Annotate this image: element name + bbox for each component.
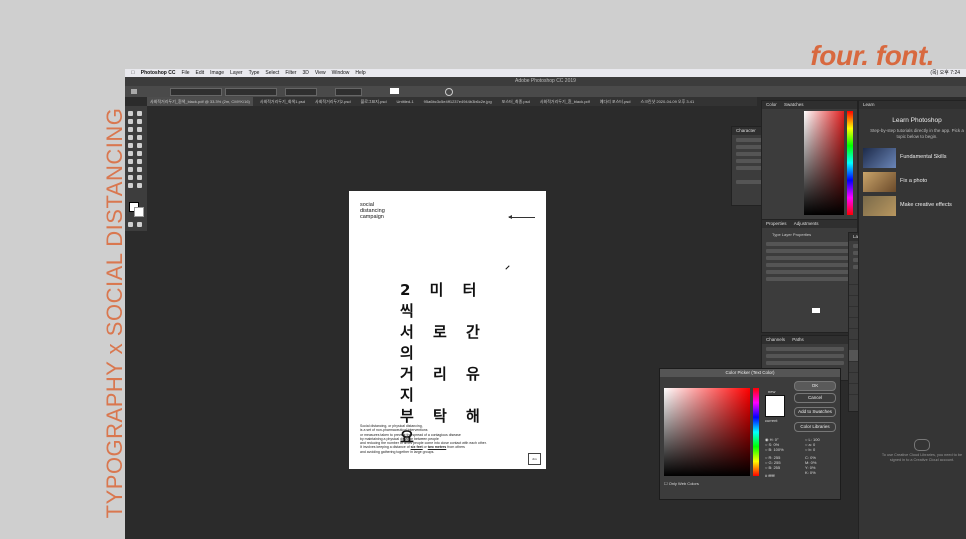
hsb-fields[interactable]: ◉ H: 0° ○ S: 0% ○ B: 100% ○ R: 255 ○ G: … bbox=[765, 437, 784, 478]
tab-properties[interactable]: Properties bbox=[766, 221, 787, 226]
cancel-button[interactable]: Cancel bbox=[794, 393, 836, 403]
properties-color-swatch[interactable] bbox=[812, 308, 820, 313]
document-tabs: 사회적거리두기_흰색_black.pdf @ 33.3% (2m, CMYK/1… bbox=[147, 97, 757, 106]
learn-description: Step-by-step tutorials directly in the a… bbox=[870, 128, 964, 139]
lasso-tool-icon[interactable] bbox=[128, 119, 133, 124]
new-label: new bbox=[768, 389, 776, 394]
tab-doc-4[interactable]: 블로그표지.psd bbox=[358, 97, 390, 106]
lab-cmyk-fields[interactable]: ○ L: 100 ○ a: 0 ○ b: 0 C: 0% M: 0% Y: 0%… bbox=[805, 437, 820, 475]
type-layer-properties-label: Type Layer Properties bbox=[772, 232, 812, 237]
learn-item-creative-effects[interactable]: Make creative effects bbox=[863, 196, 966, 216]
screen-mode-icon[interactable] bbox=[137, 222, 142, 227]
quick-mask-icon[interactable] bbox=[128, 222, 133, 227]
shape-tool-icon[interactable] bbox=[137, 175, 142, 180]
only-web-colors-checkbox[interactable]: ☐ Only Web Colors bbox=[664, 481, 699, 486]
history-brush-icon[interactable] bbox=[137, 143, 142, 148]
menu-layer[interactable]: Layer bbox=[230, 70, 243, 76]
current-label: current bbox=[765, 418, 778, 423]
menu-edit[interactable]: Edit bbox=[196, 70, 205, 76]
eraser-tool-icon[interactable] bbox=[128, 151, 133, 156]
brand-logo: four. font. bbox=[810, 40, 934, 71]
ok-button[interactable]: OK bbox=[794, 381, 836, 391]
color-panel: Color Swatches bbox=[761, 100, 858, 222]
tab-doc-6[interactable]: 95a6bc3c5e4ff1237e4944b3b6c2e.jpg bbox=[421, 97, 495, 106]
new-color-swatch bbox=[765, 395, 785, 417]
hue-slider[interactable] bbox=[847, 111, 853, 215]
poster-canvas[interactable]: social distancing campaign 2 미 터 씩 서 로 간… bbox=[349, 191, 546, 469]
tab-learn[interactable]: Learn bbox=[859, 101, 966, 109]
tab-doc-7[interactable]: 포스터_최종.psd bbox=[499, 97, 533, 106]
hand-tool-icon[interactable] bbox=[128, 183, 133, 188]
menu-help[interactable]: Help bbox=[355, 70, 365, 76]
hex-field[interactable]: ffffff bbox=[768, 473, 774, 478]
path-select-icon[interactable] bbox=[128, 175, 133, 180]
type-tool-icon[interactable] bbox=[137, 167, 142, 172]
mac-menubar:  Photoshop CC File Edit Image Layer Typ… bbox=[125, 69, 966, 77]
menu-file[interactable]: File bbox=[181, 70, 189, 76]
clone-stamp-icon[interactable] bbox=[128, 143, 133, 148]
color-picker-field[interactable] bbox=[664, 388, 750, 476]
poster-hangul-headline: 2 미 터 씩 서 로 간 의 거 리 유 지 부 탁 해 요 bbox=[400, 281, 487, 446]
menu-select[interactable]: Select bbox=[265, 70, 279, 76]
color-picker-dialog: Color Picker (Text Color) new current OK… bbox=[659, 368, 841, 500]
tab-doc-9[interactable]: 예다리 포스터.psd bbox=[597, 97, 634, 106]
color-picker-hue-slider[interactable] bbox=[753, 388, 759, 476]
marquee-tool-icon[interactable] bbox=[137, 111, 142, 116]
menu-filter[interactable]: Filter bbox=[285, 70, 296, 76]
magic-wand-icon[interactable] bbox=[137, 119, 142, 124]
menu-view[interactable]: View bbox=[315, 70, 326, 76]
healing-brush-icon[interactable] bbox=[128, 135, 133, 140]
cc-libraries-message: To use Creative Cloud Libraries, you nee… bbox=[881, 453, 963, 462]
learn-panel: Learn Learn Photoshop Step-by-step tutor… bbox=[858, 100, 966, 539]
pen-tool-icon[interactable] bbox=[128, 167, 133, 172]
properties-panel: Properties Adjustments Type Layer Proper… bbox=[761, 219, 858, 333]
tab-swatches[interactable]: Swatches bbox=[784, 102, 804, 107]
menu-type[interactable]: Type bbox=[249, 70, 260, 76]
poster-2m-box: 2m bbox=[528, 453, 541, 465]
crop-tool-icon[interactable] bbox=[128, 127, 133, 132]
options-bar bbox=[125, 86, 966, 97]
cloud-libraries-icon bbox=[914, 439, 930, 451]
learn-item-fundamental[interactable]: Fundamental Skills bbox=[863, 148, 966, 168]
move-tool-icon[interactable] bbox=[128, 111, 133, 116]
add-to-swatches-button[interactable]: Add to Swatches bbox=[794, 407, 836, 417]
tab-color[interactable]: Color bbox=[766, 102, 777, 107]
tab-doc-1[interactable]: 사회적거리두기_흰색_black.pdf @ 33.3% (2m, CMYK/1… bbox=[147, 97, 253, 106]
photoshop-window:  Photoshop CC File Edit Image Layer Typ… bbox=[125, 69, 966, 539]
tab-doc-2[interactable]: 사회적거리두기_회색1.psd bbox=[257, 97, 308, 106]
tab-paths[interactable]: Paths bbox=[792, 337, 804, 342]
menu-window[interactable]: Window bbox=[332, 70, 350, 76]
menu-image[interactable]: Image bbox=[210, 70, 224, 76]
tab-channels[interactable]: Channels bbox=[766, 337, 785, 342]
learn-title: Learn Photoshop bbox=[892, 117, 942, 124]
brush-tool-icon[interactable] bbox=[137, 135, 142, 140]
tab-adjustments[interactable]: Adjustments bbox=[794, 221, 819, 226]
color-picker-title: Color Picker (Text Color) bbox=[660, 369, 840, 377]
tools-panel bbox=[125, 106, 147, 231]
menubar-clock: (목) 오후 7:24 bbox=[930, 70, 960, 76]
learn-item-fix-photo[interactable]: Fix a photo bbox=[863, 172, 966, 192]
cancel-icon[interactable] bbox=[445, 88, 453, 96]
menu-3d[interactable]: 3D bbox=[302, 70, 308, 76]
color-libraries-button[interactable]: Color Libraries bbox=[794, 422, 836, 432]
apple-icon[interactable]:  bbox=[131, 70, 135, 76]
tab-doc-5[interactable]: Untitled-1 bbox=[394, 97, 417, 106]
menu-app[interactable]: Photoshop CC bbox=[141, 70, 176, 76]
color-panel-tabs: Color Swatches bbox=[762, 101, 857, 109]
window-title: Adobe Photoshop CC 2019 bbox=[125, 77, 966, 86]
zoom-tool-icon[interactable] bbox=[137, 183, 142, 188]
tab-doc-10[interactable]: 스크린샷 2020-04-09 오후 3.41 bbox=[638, 97, 698, 106]
gradient-tool-icon[interactable] bbox=[137, 151, 142, 156]
tab-doc-3[interactable]: 사회적거리두기2.psd bbox=[312, 97, 354, 106]
blur-tool-icon[interactable] bbox=[128, 159, 133, 164]
color-field[interactable] bbox=[804, 111, 844, 215]
background-color[interactable] bbox=[134, 207, 144, 217]
poster-body-text: Social distancing, or physical distancin… bbox=[360, 424, 487, 454]
dodge-tool-icon[interactable] bbox=[137, 159, 142, 164]
poster-subtitle: social distancing campaign bbox=[360, 202, 385, 220]
tab-doc-8[interactable]: 사회적거리두기_흰_black.pdf bbox=[537, 97, 593, 106]
arrow-left-icon bbox=[508, 215, 535, 219]
text-color-swatch[interactable] bbox=[390, 88, 399, 94]
eyedropper-icon[interactable] bbox=[137, 127, 142, 132]
